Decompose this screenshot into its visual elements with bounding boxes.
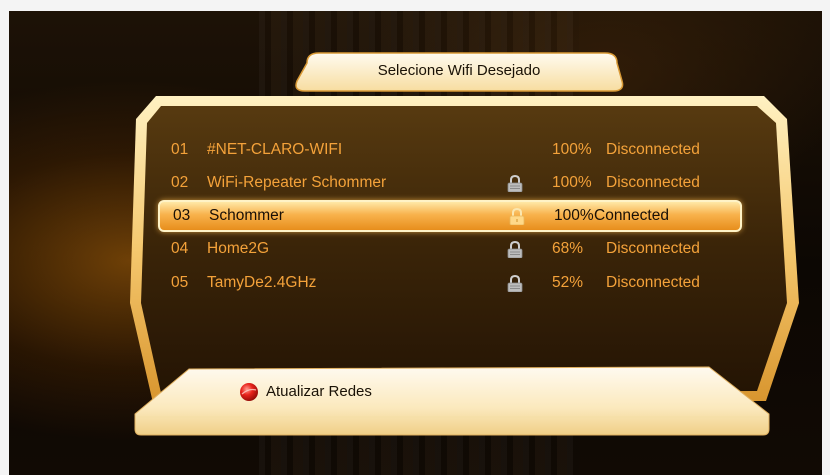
footer-shelf <box>134 366 770 436</box>
padlock-icon <box>507 175 523 192</box>
network-status: Disconnected <box>606 141 700 158</box>
network-number: 02 <box>171 174 189 191</box>
network-ssid: TamyDe2.4GHz <box>207 274 317 291</box>
red-ball-icon <box>240 383 258 401</box>
dialog-title: Selecione Wifi Desejado <box>377 62 541 79</box>
refresh-networks-button[interactable]: Atualizar Redes <box>239 379 439 405</box>
network-signal: 52% <box>552 274 584 291</box>
wifi-row-02[interactable]: 02 WiFi-Repeater Schommer 100% Disconnec… <box>156 168 741 198</box>
network-signal: 100% <box>552 141 592 158</box>
network-number: 03 <box>173 207 191 224</box>
padlock-icon <box>507 241 523 258</box>
wifi-row-04[interactable]: 04 Home2G 68% Disconnected <box>156 234 741 264</box>
network-status: Disconnected <box>606 240 700 257</box>
network-number: 05 <box>171 274 189 291</box>
network-ssid: #NET-CLARO-WIFI <box>207 141 343 158</box>
network-ssid: WiFi-Repeater Schommer <box>207 174 387 191</box>
wifi-row-03[interactable]: 03 Schommer 100% Connected <box>158 200 742 232</box>
padlock-icon <box>509 208 525 225</box>
network-signal: 100% <box>554 207 594 224</box>
network-number: 01 <box>171 141 189 158</box>
refresh-label: Atualizar Redes <box>266 383 372 400</box>
network-status: Connected <box>594 207 669 224</box>
network-ssid: Schommer <box>209 207 284 224</box>
wifi-row-05[interactable]: 05 TamyDe2.4GHz 52% Disconnected <box>156 268 741 298</box>
network-ssid: Home2G <box>207 240 270 257</box>
padlock-icon <box>507 275 523 292</box>
network-signal: 100% <box>552 174 592 191</box>
network-status: Disconnected <box>606 174 700 191</box>
wifi-row-01[interactable]: 01 #NET-CLARO-WIFI 100% Disconnected <box>156 135 741 165</box>
tv-screen: Selecione Wifi Desejado 01 #NET-CLARO-WI… <box>9 11 822 475</box>
network-signal: 68% <box>552 240 584 257</box>
network-number: 04 <box>171 240 189 257</box>
network-status: Disconnected <box>606 274 700 291</box>
